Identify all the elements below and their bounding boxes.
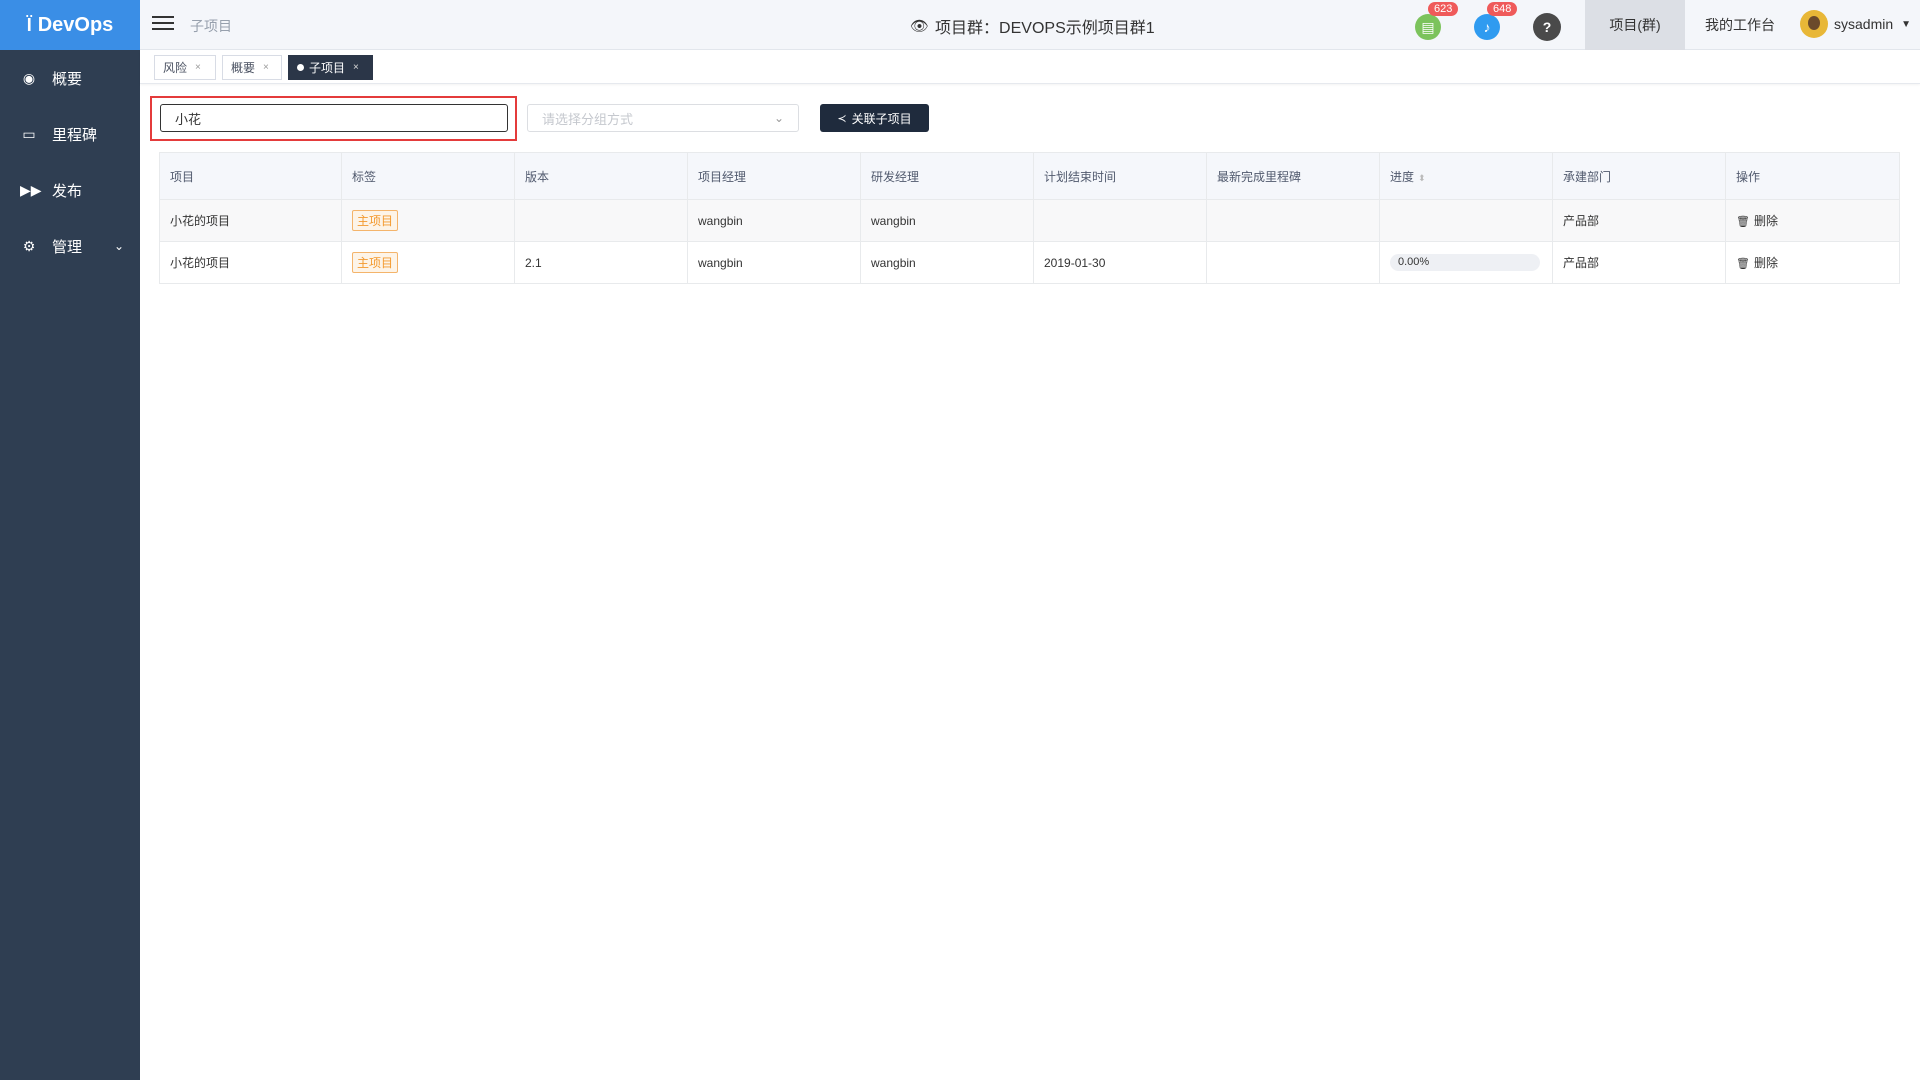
username: sysadmin xyxy=(1834,16,1894,32)
project-group-title-text: 项目群：DEVOPS示例项目群1 xyxy=(935,20,1155,37)
trash-icon: 🗑 xyxy=(1736,258,1750,270)
cell-dev-manager: wangbin xyxy=(860,241,1034,284)
cell-version: 2.1 xyxy=(514,241,688,284)
folder-icon: ▭ xyxy=(22,125,36,142)
delete-label: 删除 xyxy=(1753,256,1778,270)
tab-my-workbench[interactable]: 我的工作台 xyxy=(1690,0,1790,50)
cell-action: 🗑 删除 xyxy=(1725,241,1900,284)
cell-pm: wangbin xyxy=(687,199,861,242)
app-logo[interactable]: Ϊ DevOps xyxy=(0,0,140,50)
col-header-milestone: 最新完成里程碑 xyxy=(1206,152,1380,200)
sidebar-item-release[interactable]: ▶▶ 发布 xyxy=(0,162,140,218)
main-project-tag: 主项目 xyxy=(352,252,399,273)
group-by-placeholder: 请选择分组方式 xyxy=(542,111,634,127)
link-subproject-button[interactable]: ≺ 关联子项目 xyxy=(820,104,929,132)
document-icon[interactable]: ▤ xyxy=(1415,14,1441,40)
cell-dept: 产品部 xyxy=(1552,199,1726,242)
notification-count-badge: 648 xyxy=(1487,2,1518,16)
col-header-tag: 标签 xyxy=(341,152,515,200)
cell-dept: 产品部 xyxy=(1552,241,1726,284)
eye-icon: 👁 xyxy=(910,18,930,35)
breadcrumb: 子项目 xyxy=(190,18,232,34)
page-tab-risk[interactable]: 风险 × xyxy=(154,55,216,80)
share-icon: ≺ xyxy=(837,112,847,125)
subprojects-table: 项目 标签 版本 项目经理 研发经理 计划结束时间 最新完成里程碑 进度 ⬍ 承建… xyxy=(159,152,1900,284)
tab-projects[interactable]: 项目(群) xyxy=(1585,0,1685,50)
page-tab-subprojects[interactable]: 子项目 × xyxy=(288,55,373,80)
link-subproject-label: 关联子项目 xyxy=(851,111,912,126)
col-header-plan-end: 计划结束时间 xyxy=(1033,152,1207,200)
project-group-title: 👁 项目群：DEVOPS示例项目群1 xyxy=(910,14,1155,38)
cell-plan-end: 2019-01-30 xyxy=(1033,241,1207,284)
cell-pm: wangbin xyxy=(687,241,861,284)
trash-icon: 🗑 xyxy=(1736,216,1750,228)
caret-down-icon: ▼ xyxy=(1901,18,1912,30)
col-header-dept: 承建部门 xyxy=(1552,152,1726,200)
sidebar-item-overview[interactable]: ◉ 概要 xyxy=(0,50,140,106)
delete-label: 删除 xyxy=(1753,214,1778,228)
page-tab-label: 子项目 xyxy=(309,61,346,75)
gear-icon: ⚙ xyxy=(22,237,36,254)
cell-tag: 主项目 xyxy=(341,199,515,242)
help-icon[interactable]: ? xyxy=(1533,13,1561,41)
page-tab-overview[interactable]: 概要 × xyxy=(222,55,282,80)
delete-button[interactable]: 🗑 删除 xyxy=(1736,214,1778,228)
top-header: 子项目 👁 项目群：DEVOPS示例项目群1 ▤ 623 ♪ 648 ? 项目(… xyxy=(140,0,1920,50)
cell-progress: 0.00% xyxy=(1379,241,1553,284)
close-icon[interactable]: × xyxy=(263,62,269,73)
menu-toggle-icon[interactable] xyxy=(152,12,174,34)
table-row: 小花的项目 主项目 2.1 wangbin wangbin 2019-01-30… xyxy=(159,241,1900,284)
sidebar-item-milestone[interactable]: ▭ 里程碑 xyxy=(0,106,140,162)
search-input[interactable] xyxy=(160,104,508,132)
cell-tag: 主项目 xyxy=(341,241,515,284)
sidebar-item-label: 管理 xyxy=(52,238,83,256)
delete-button[interactable]: 🗑 删除 xyxy=(1736,256,1778,270)
cell-action: 🗑 删除 xyxy=(1725,199,1900,242)
col-header-action: 操作 xyxy=(1725,152,1900,200)
progress-text: 0.00% xyxy=(1398,256,1430,268)
close-icon[interactable]: × xyxy=(353,62,359,73)
cell-version xyxy=(514,199,688,242)
sidebar: Ϊ DevOps ◉ 概要 ▭ 里程碑 ▶▶ 发布 ⚙ 管理 ⌄ xyxy=(0,0,140,1080)
col-header-progress[interactable]: 进度 ⬍ xyxy=(1379,152,1553,200)
user-menu[interactable]: sysadmin ▼ xyxy=(1800,10,1911,38)
chevron-down-icon: ⌄ xyxy=(773,111,784,125)
dashboard-icon: ◉ xyxy=(22,69,36,86)
col-header-project: 项目 xyxy=(159,152,342,200)
sort-icon[interactable]: ⬍ xyxy=(1418,173,1426,183)
sidebar-item-manage[interactable]: ⚙ 管理 ⌄ xyxy=(0,218,140,274)
sidebar-item-label: 发布 xyxy=(52,182,83,200)
cell-project: 小花的项目 xyxy=(159,199,342,242)
sidebar-item-label: 里程碑 xyxy=(52,126,98,144)
sidebar-item-label: 概要 xyxy=(52,70,83,88)
cell-milestone xyxy=(1206,241,1380,284)
main-project-tag: 主项目 xyxy=(352,210,399,231)
cell-milestone xyxy=(1206,199,1380,242)
avatar xyxy=(1800,10,1828,38)
col-header-progress-label: 进度 xyxy=(1390,169,1415,184)
table-header-row: 项目 标签 版本 项目经理 研发经理 计划结束时间 最新完成里程碑 进度 ⬍ 承建… xyxy=(159,152,1900,200)
fast-forward-icon: ▶▶ xyxy=(20,181,42,198)
close-icon[interactable]: × xyxy=(195,62,201,73)
document-count-badge: 623 xyxy=(1428,2,1459,16)
col-header-pm: 项目经理 xyxy=(687,152,861,200)
col-header-dev-manager: 研发经理 xyxy=(860,152,1034,200)
page-tabs-bar: 风险 × 概要 × 子项目 × xyxy=(140,50,1920,84)
progress-bar: 0.00% xyxy=(1390,254,1540,271)
col-header-version: 版本 xyxy=(514,152,688,200)
cell-progress xyxy=(1379,199,1553,242)
table-row: 小花的项目 主项目 wangbin wangbin 产品部 🗑 删除 xyxy=(159,199,1900,242)
page-tab-label: 概要 xyxy=(231,61,256,75)
cell-project: 小花的项目 xyxy=(159,241,342,284)
cell-plan-end xyxy=(1033,199,1207,242)
bell-icon[interactable]: ♪ xyxy=(1474,14,1500,40)
group-by-select[interactable]: 请选择分组方式 ⌄ xyxy=(527,104,799,132)
active-dot-icon xyxy=(297,64,304,71)
chevron-down-icon: ⌄ xyxy=(113,239,124,253)
devops-logo-icon: Ϊ xyxy=(26,14,32,35)
app-logo-text: DevOps xyxy=(37,13,114,36)
sidebar-nav: ◉ 概要 ▭ 里程碑 ▶▶ 发布 ⚙ 管理 ⌄ xyxy=(0,50,140,274)
cell-dev-manager: wangbin xyxy=(860,199,1034,242)
page-tab-label: 风险 xyxy=(163,61,188,75)
